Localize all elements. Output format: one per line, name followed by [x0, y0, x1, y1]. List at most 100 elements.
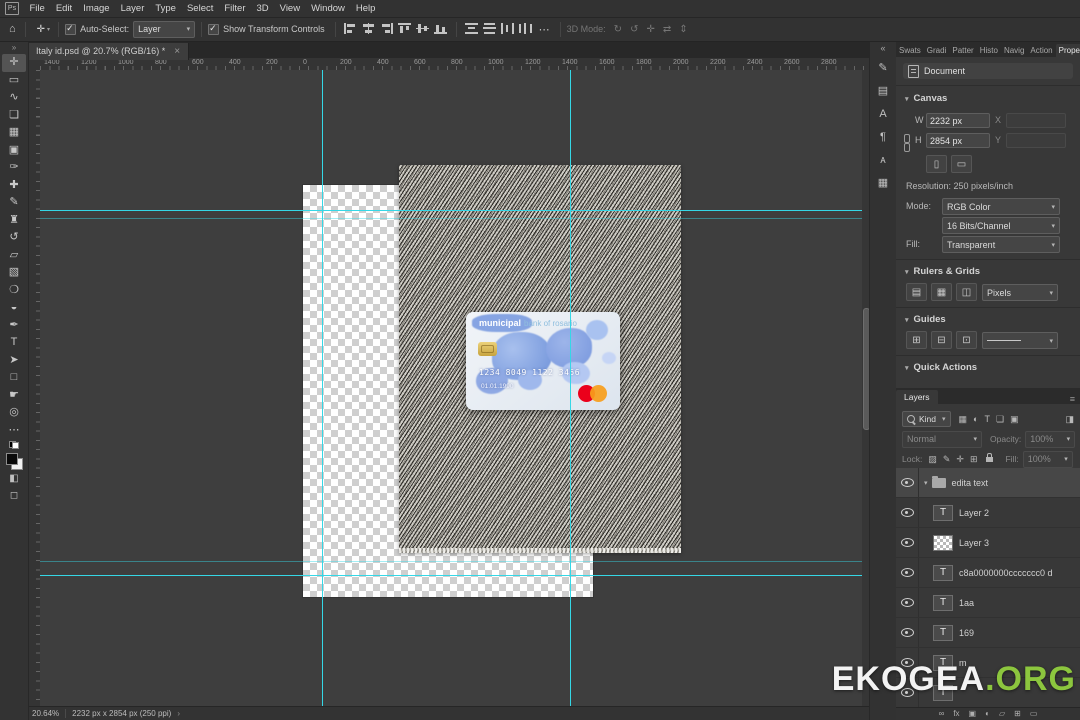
lock-all-icon[interactable]	[983, 453, 996, 464]
filter-toggle-icon[interactable]: ◨	[1065, 414, 1074, 425]
menu-help[interactable]: Help	[350, 3, 381, 14]
link-dimensions-icon[interactable]	[904, 134, 910, 152]
filter-pixel-icon[interactable]: ▦	[959, 414, 968, 424]
guide-style-select[interactable]: ▾	[982, 332, 1058, 349]
panel-tab-properties[interactable]: Properties	[1055, 44, 1080, 57]
canvas-fill-select[interactable]: Transparent ▾	[942, 236, 1060, 253]
frame-tool[interactable]: ▣	[2, 142, 26, 160]
opacity-field[interactable]: 100% ▾	[1025, 430, 1076, 448]
panel-tab-action[interactable]: Action	[1027, 44, 1055, 57]
3d-mode-icon[interactable]: ↺	[626, 24, 642, 35]
layer-visibility-toggle[interactable]	[896, 558, 919, 587]
guide-horizontal-3[interactable]	[40, 561, 869, 562]
layer-visibility-toggle[interactable]	[896, 468, 919, 497]
lock-transparent-icon[interactable]: ▨	[928, 454, 937, 464]
vertical-scrollbar[interactable]	[862, 70, 869, 707]
current-tool-icon[interactable]: ✛	[32, 24, 47, 35]
lock-position-icon[interactable]: ✛	[956, 454, 964, 464]
toolbar-collapse-icon[interactable]: »	[12, 41, 16, 54]
color-swatches[interactable]	[5, 453, 23, 470]
layer-row-c8a0000000ccccccc0-d[interactable]: Tc8a0000000ccccccc0 d	[896, 558, 1080, 588]
guide-horizontal-4[interactable]	[40, 575, 869, 576]
filter-adjustment-icon[interactable]: ◐	[973, 414, 978, 424]
auto-select-target-select[interactable]: Layer ▾	[133, 20, 196, 38]
document-tab[interactable]: Italy id.psd @ 20.7% (RGB/16) * ×	[28, 42, 190, 60]
menu-file[interactable]: File	[24, 3, 50, 14]
panel-tab-swats[interactable]: Swats	[896, 44, 924, 57]
edit-toolbar[interactable]: ⋯	[2, 422, 26, 440]
show-transform-checkbox[interactable]	[208, 23, 220, 35]
filter-smart-icon[interactable]: ▣	[1010, 414, 1019, 424]
guides-lock-icon[interactable]: ⊟	[931, 331, 952, 349]
canvas-section-header[interactable]: ▾ Canvas	[905, 93, 947, 104]
portrait-orientation-icon[interactable]: ▯	[926, 155, 947, 173]
align-right-icon[interactable]	[380, 22, 394, 34]
type-tool[interactable]: T	[2, 334, 26, 352]
layer-row-169[interactable]: T 169	[896, 618, 1080, 648]
history-brush-tool[interactable]: ↺	[2, 229, 26, 247]
object-selection-tool[interactable]: ❏	[2, 107, 26, 125]
units-select[interactable]: Pixels ▾	[982, 284, 1058, 301]
move-tool[interactable]: ✛	[2, 54, 26, 72]
screen-mode-button[interactable]: ◻	[10, 487, 18, 504]
layer-visibility-toggle[interactable]	[896, 588, 919, 617]
tab-layers[interactable]: Layers	[896, 390, 938, 404]
landscape-orientation-icon[interactable]: ▭	[951, 155, 972, 173]
rulers-grids-section-header[interactable]: ▾ Rulers & Grids	[905, 266, 980, 277]
grid-toggle-icon[interactable]: ▦	[931, 283, 952, 301]
menu-edit[interactable]: Edit	[50, 3, 77, 14]
align-middle-icon[interactable]	[416, 22, 430, 34]
bit-depth-select[interactable]: 16 Bits/Channel ▾	[942, 217, 1060, 234]
marquee-tool[interactable]: ▭	[2, 72, 26, 90]
filter-type-icon[interactable]: T	[984, 414, 990, 424]
guides-clear-icon[interactable]: ⊡	[956, 331, 977, 349]
more-options-button[interactable]: ⋯	[535, 23, 554, 36]
align-top-icon[interactable]	[398, 22, 412, 34]
libraries-panel-icon[interactable]: ▦	[872, 171, 894, 194]
blend-mode-select[interactable]: Normal ▾	[902, 430, 982, 448]
lasso-tool[interactable]: ∿	[2, 89, 26, 107]
dodge-tool[interactable]: ◒	[2, 299, 26, 317]
lock-artboard-icon[interactable]: ⊞	[970, 454, 978, 464]
layer-thumbnail[interactable]: T	[933, 624, 953, 641]
quick-actions-section-header[interactable]: ▾ Quick Actions	[905, 362, 977, 373]
layer-thumbnail[interactable]: T	[933, 594, 953, 611]
menu-type[interactable]: Type	[150, 3, 182, 14]
healing-brush-tool[interactable]: ✚	[2, 177, 26, 195]
eyedropper-tool[interactable]: ✑	[2, 159, 26, 177]
properties-document-row[interactable]: Document	[903, 63, 1073, 79]
distribute-vertical-top-icon[interactable]	[465, 22, 479, 34]
distribute-horizontal-center-icon[interactable]	[519, 22, 533, 34]
menu-select[interactable]: Select	[181, 3, 218, 14]
brush-tool[interactable]: ✎	[2, 194, 26, 212]
layer-visibility-toggle[interactable]	[896, 498, 919, 527]
menu-filter[interactable]: Filter	[219, 3, 251, 14]
gradient-tool[interactable]: ▧	[2, 264, 26, 282]
width-field[interactable]: 2232 px	[926, 113, 990, 128]
expand-panels-icon[interactable]: «	[880, 41, 885, 56]
chevron-down-icon[interactable]: ▾	[924, 479, 928, 487]
guide-horizontal-2[interactable]	[40, 218, 869, 219]
panel-menu-icon[interactable]: ≡	[1065, 394, 1080, 404]
panel-tab-gradi[interactable]: Gradi	[924, 44, 950, 57]
align-bottom-icon[interactable]	[434, 22, 448, 34]
align-center-h-icon[interactable]	[362, 22, 376, 34]
filter-shape-icon[interactable]: ❏	[996, 414, 1004, 424]
path-selection-tool[interactable]: ➤	[2, 352, 26, 370]
menu-window[interactable]: Window	[306, 3, 351, 14]
paragraph-panel-icon[interactable]: ¶	[872, 125, 894, 148]
layer-row-layer-2[interactable]: T Layer 2	[896, 498, 1080, 528]
layer-visibility-toggle[interactable]	[896, 618, 919, 647]
new-group-icon[interactable]: ▱	[999, 710, 1005, 718]
glyphs-panel-icon[interactable]: ᴀ	[872, 148, 894, 171]
brush-settings-icon[interactable]: ✎	[872, 56, 894, 79]
guides-section-header[interactable]: ▾ Guides	[905, 314, 946, 325]
foreground-color-swatch[interactable]	[5, 453, 18, 465]
layer-row-1aa[interactable]: T 1aa	[896, 588, 1080, 618]
distribute-horizontal-left-icon[interactable]	[501, 22, 515, 34]
hand-tool[interactable]: ☛	[2, 387, 26, 405]
align-left-icon[interactable]	[344, 22, 358, 34]
layer-row-layer-3[interactable]: Layer 3	[896, 528, 1080, 558]
guides-toggle-icon[interactable]: ⊞	[906, 331, 927, 349]
auto-select-checkbox[interactable]	[65, 23, 77, 35]
